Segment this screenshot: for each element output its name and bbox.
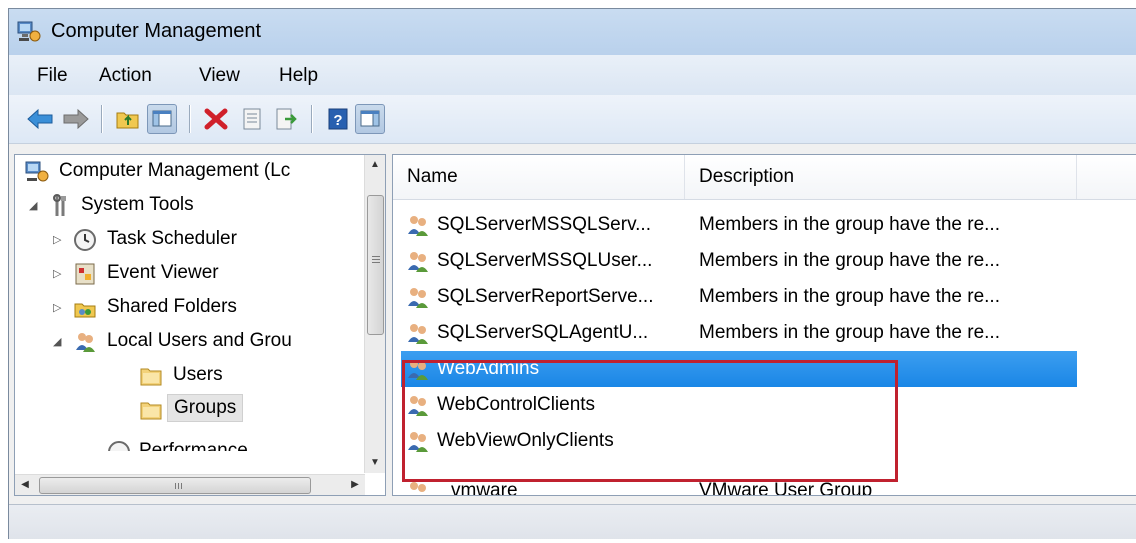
- tree-item-local-users-and-groups[interactable]: ◢ Local Users and Grou: [15, 325, 355, 359]
- column-header: Name Description: [393, 155, 1136, 200]
- group-name: SQLServerReportServe...: [437, 286, 654, 307]
- forward-arrow-icon[interactable]: [61, 104, 91, 134]
- scroll-up-icon[interactable]: ▲: [365, 155, 385, 175]
- console-tree-pane: Computer Management (Lc ◢ System Tools ▷…: [14, 154, 386, 496]
- screenshot-frame: Computer Management File Action View Hel…: [0, 0, 1136, 543]
- group-description: Members in the group have the re...: [699, 214, 1000, 235]
- toolbar: ?: [9, 95, 1136, 144]
- column-description[interactable]: Description: [685, 155, 1077, 199]
- group-description: Members in the group have the re...: [699, 286, 1000, 307]
- tree-item-label: Users: [173, 364, 223, 385]
- show-hide-tree-button[interactable]: [147, 104, 177, 134]
- delete-icon[interactable]: [201, 104, 231, 134]
- menu-help[interactable]: Help: [275, 65, 322, 87]
- collapsed-triangle-icon[interactable]: ▷: [53, 301, 63, 314]
- tree-item-label: Shared Folders: [107, 296, 237, 317]
- list-item[interactable]: SQLServerReportServe... Members in the g…: [393, 279, 1136, 315]
- group-icon: [408, 324, 428, 344]
- expanded-triangle-icon[interactable]: ◢: [53, 335, 63, 348]
- export-list-icon[interactable]: [271, 104, 301, 134]
- status-bar: [9, 504, 1136, 539]
- scroll-right-icon[interactable]: ▶: [345, 475, 365, 495]
- group-description: Members in the group have the re...: [699, 322, 1000, 343]
- menu-action[interactable]: Action: [95, 65, 156, 87]
- expanded-triangle-icon[interactable]: ◢: [29, 199, 39, 212]
- group-name: vmware: [451, 480, 518, 496]
- computer-management-window: Computer Management File Action View Hel…: [8, 8, 1136, 539]
- up-folder-icon[interactable]: [113, 104, 143, 134]
- list-item[interactable]: SQLServerMSSQLUser... Members in the gro…: [393, 243, 1136, 279]
- tree-item-users[interactable]: Users: [15, 359, 355, 393]
- tree-item-system-tools[interactable]: ◢ System Tools: [15, 189, 355, 223]
- group-icon: [408, 216, 428, 236]
- group-name: SQLServerMSSQLUser...: [437, 250, 653, 271]
- collapsed-triangle-icon[interactable]: ▷: [53, 233, 63, 246]
- svg-text:?: ?: [333, 112, 342, 129]
- tree-item-computer-management[interactable]: Computer Management (Lc: [15, 155, 355, 189]
- show-hide-action-pane-icon: [360, 110, 380, 127]
- toolbar-separator: [101, 105, 102, 133]
- tree-item-label: Local Users and Grou: [107, 330, 292, 351]
- tree-item-label: Groups: [167, 394, 244, 422]
- event-viewer-icon: [75, 263, 95, 285]
- computer-management-icon: [25, 161, 49, 182]
- group-description: Members in the group have the re...: [699, 250, 1000, 271]
- column-name[interactable]: Name: [393, 155, 685, 199]
- help-icon[interactable]: ?: [323, 104, 353, 134]
- menu-view[interactable]: View: [195, 65, 244, 87]
- tree-item-label: Task Scheduler: [107, 228, 237, 249]
- computer-management-icon: [17, 21, 41, 42]
- tree-horizontal-scrollbar[interactable]: ◀ ▶: [15, 474, 365, 495]
- tree-item-groups[interactable]: Groups: [15, 393, 355, 427]
- group-name: SQLServerMSSQLServ...: [437, 214, 651, 235]
- tree-item-label: Performance: [139, 440, 248, 451]
- tree-item-label: Computer Management (Lc: [59, 160, 291, 181]
- group-icon: [408, 288, 428, 308]
- shared-folders-icon: [74, 303, 96, 318]
- show-hide-tree-icon: [152, 110, 172, 127]
- menu-file[interactable]: File: [33, 65, 72, 87]
- tree-item-event-viewer[interactable]: ▷ Event Viewer: [15, 257, 355, 291]
- scroll-thumb[interactable]: [39, 477, 311, 494]
- back-arrow-icon[interactable]: [25, 104, 55, 134]
- scroll-left-icon[interactable]: ◀: [15, 475, 35, 495]
- tree-item-label: Event Viewer: [107, 262, 219, 283]
- performance-icon: [108, 441, 130, 451]
- properties-icon[interactable]: [237, 104, 267, 134]
- tree-item-task-scheduler[interactable]: ▷ Task Scheduler: [15, 223, 355, 257]
- list-item[interactable]: SQLServerMSSQLServ... Members in the gro…: [393, 207, 1136, 243]
- show-hide-action-pane-button[interactable]: [355, 104, 385, 134]
- scroll-thumb[interactable]: [367, 195, 384, 335]
- title-bar[interactable]: Computer Management: [9, 9, 1136, 55]
- toolbar-separator: [189, 105, 190, 133]
- users-groups-icon: [76, 333, 95, 352]
- toolbar-separator: [311, 105, 312, 133]
- tree-vertical-scrollbar[interactable]: ▲ ▼: [364, 155, 385, 473]
- tree-item-shared-folders[interactable]: ▷ Shared Folders: [15, 291, 355, 325]
- tree-item-performance[interactable]: Performance: [15, 435, 355, 451]
- window-title: Computer Management: [51, 20, 262, 42]
- clock-icon: [74, 229, 96, 251]
- group-name: SQLServerSQLAgentU...: [437, 322, 649, 343]
- group-description: VMware User Group: [699, 480, 873, 496]
- collapsed-triangle-icon[interactable]: ▷: [53, 267, 63, 280]
- annotation-highlight-box: [402, 360, 898, 482]
- menu-bar: File Action View Help: [9, 55, 1136, 95]
- list-item[interactable]: SQLServerSQLAgentU... Members in the gro…: [393, 315, 1136, 351]
- scroll-down-icon[interactable]: ▼: [365, 453, 385, 473]
- tree-item-label: System Tools: [81, 194, 194, 215]
- folder-icon: [140, 402, 162, 420]
- folder-icon: [140, 368, 162, 386]
- group-icon: [408, 252, 428, 272]
- system-tools-icon: [53, 194, 66, 216]
